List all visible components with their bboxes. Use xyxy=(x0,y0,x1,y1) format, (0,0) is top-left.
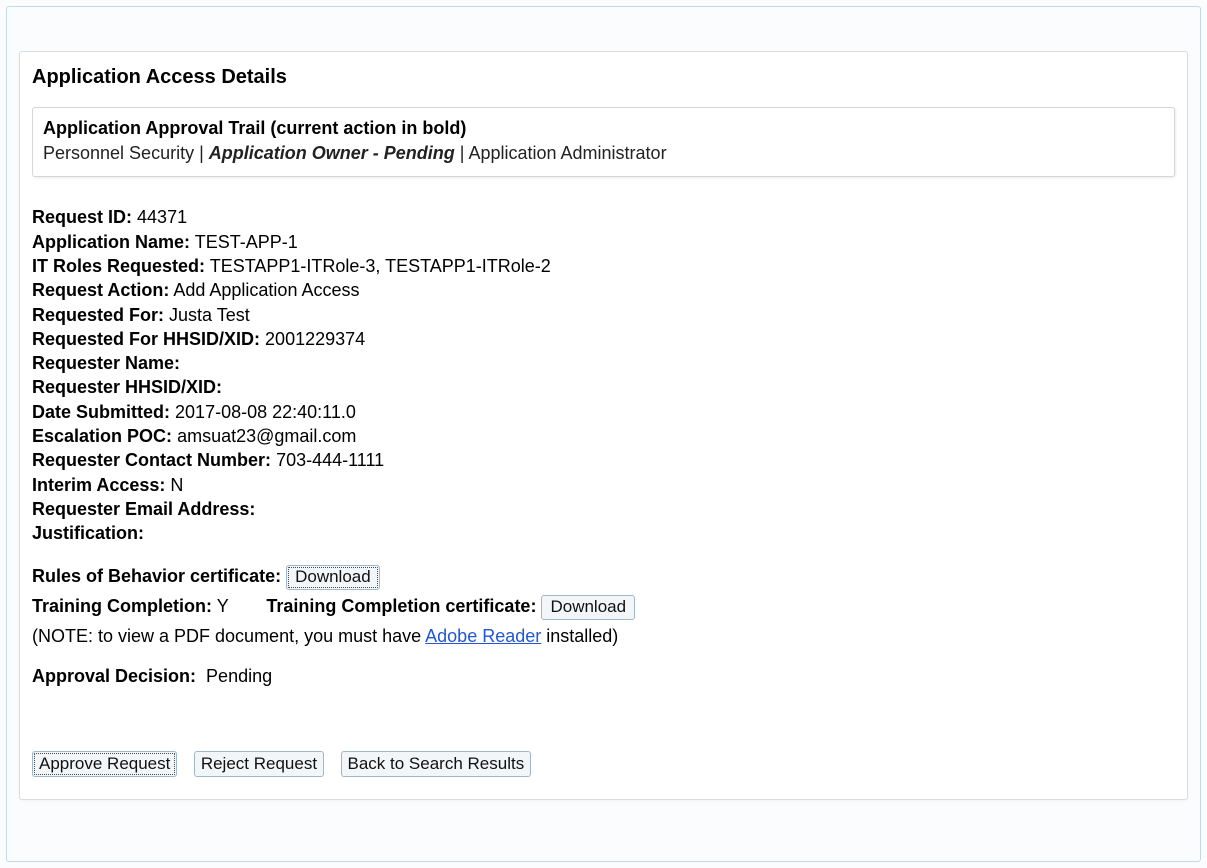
label-escalation-poc: Escalation POC: xyxy=(32,426,172,446)
value-app-name: TEST-APP-1 xyxy=(195,232,298,252)
approve-request-button[interactable]: Approve Request xyxy=(32,751,177,777)
label-training-cert: Training Completion certificate: xyxy=(266,596,536,616)
value-interim-access: N xyxy=(170,475,183,495)
trail-step-3: Application Administrator xyxy=(468,143,666,163)
value-training-completion: Y xyxy=(217,596,229,616)
label-app-name: Application Name: xyxy=(32,232,190,252)
value-request-id: 44371 xyxy=(137,207,187,227)
note-prefix: (NOTE: to view a PDF document, you must … xyxy=(32,626,425,646)
reject-request-button[interactable]: Reject Request xyxy=(194,751,324,777)
trail-sep-1: | xyxy=(194,143,209,163)
note-suffix: installed) xyxy=(541,626,618,646)
back-to-search-button[interactable]: Back to Search Results xyxy=(341,751,532,777)
label-it-roles: IT Roles Requested: xyxy=(32,256,205,276)
label-training-completion: Training Completion: xyxy=(32,596,212,616)
label-requester-name: Requester Name: xyxy=(32,353,180,373)
pdf-note: (NOTE: to view a PDF document, you must … xyxy=(32,623,1175,650)
label-approval-decision: Approval Decision: xyxy=(32,666,196,686)
value-date-submitted: 2017-08-08 22:40:11.0 xyxy=(175,402,356,422)
rob-row: Rules of Behavior certificate: Download xyxy=(32,562,1175,591)
value-it-roles: TESTAPP1-ITRole-3, TESTAPP1-ITRole-2 xyxy=(210,256,551,276)
label-date-submitted: Date Submitted: xyxy=(32,402,170,422)
approval-trail-steps: Personnel Security | Application Owner -… xyxy=(43,141,1164,166)
label-request-action: Request Action: xyxy=(32,280,169,300)
training-row: Training Completion: Y Training Completi… xyxy=(32,592,1175,621)
label-requester-contact: Requester Contact Number: xyxy=(32,450,271,470)
download-training-button[interactable]: Download xyxy=(541,595,635,620)
approval-decision-row: Approval Decision: Pending xyxy=(32,666,1175,687)
approval-trail-box: Application Approval Trail (current acti… xyxy=(32,107,1175,177)
value-approval-decision: Pending xyxy=(206,666,272,686)
trail-step-1: Personnel Security xyxy=(43,143,194,163)
download-rob-button[interactable]: Download xyxy=(286,565,380,590)
trail-sep-2: | xyxy=(455,143,469,163)
value-requested-for: Justa Test xyxy=(169,305,250,325)
label-justification: Justification: xyxy=(32,523,144,543)
adobe-reader-link[interactable]: Adobe Reader xyxy=(425,626,541,646)
trail-step-current: Application Owner - Pending xyxy=(209,143,455,163)
details-card: Application Access Details Application A… xyxy=(19,51,1188,800)
label-request-id: Request ID: xyxy=(32,207,132,227)
value-escalation-poc: amsuat23@gmail.com xyxy=(177,426,356,446)
action-bar: Approve Request Reject Request Back to S… xyxy=(32,751,1175,777)
label-rob-cert: Rules of Behavior certificate: xyxy=(32,566,281,586)
label-interim-access: Interim Access: xyxy=(32,475,165,495)
label-requester-email: Requester Email Address: xyxy=(32,499,255,519)
label-requester-id: Requester HHSID/XID: xyxy=(32,377,222,397)
value-requested-for-id: 2001229374 xyxy=(265,329,365,349)
label-requested-for: Requested For: xyxy=(32,305,164,325)
outer-panel: Application Access Details Application A… xyxy=(6,6,1201,862)
value-requester-contact: 703-444-1111 xyxy=(276,450,384,470)
request-details: Request ID: 44371 Application Name: TEST… xyxy=(32,205,1175,545)
card-title: Application Access Details xyxy=(32,66,1175,89)
approval-trail-title: Application Approval Trail (current acti… xyxy=(43,116,1164,141)
value-request-action: Add Application Access xyxy=(173,280,359,300)
label-requested-for-id: Requested For HHSID/XID: xyxy=(32,329,260,349)
